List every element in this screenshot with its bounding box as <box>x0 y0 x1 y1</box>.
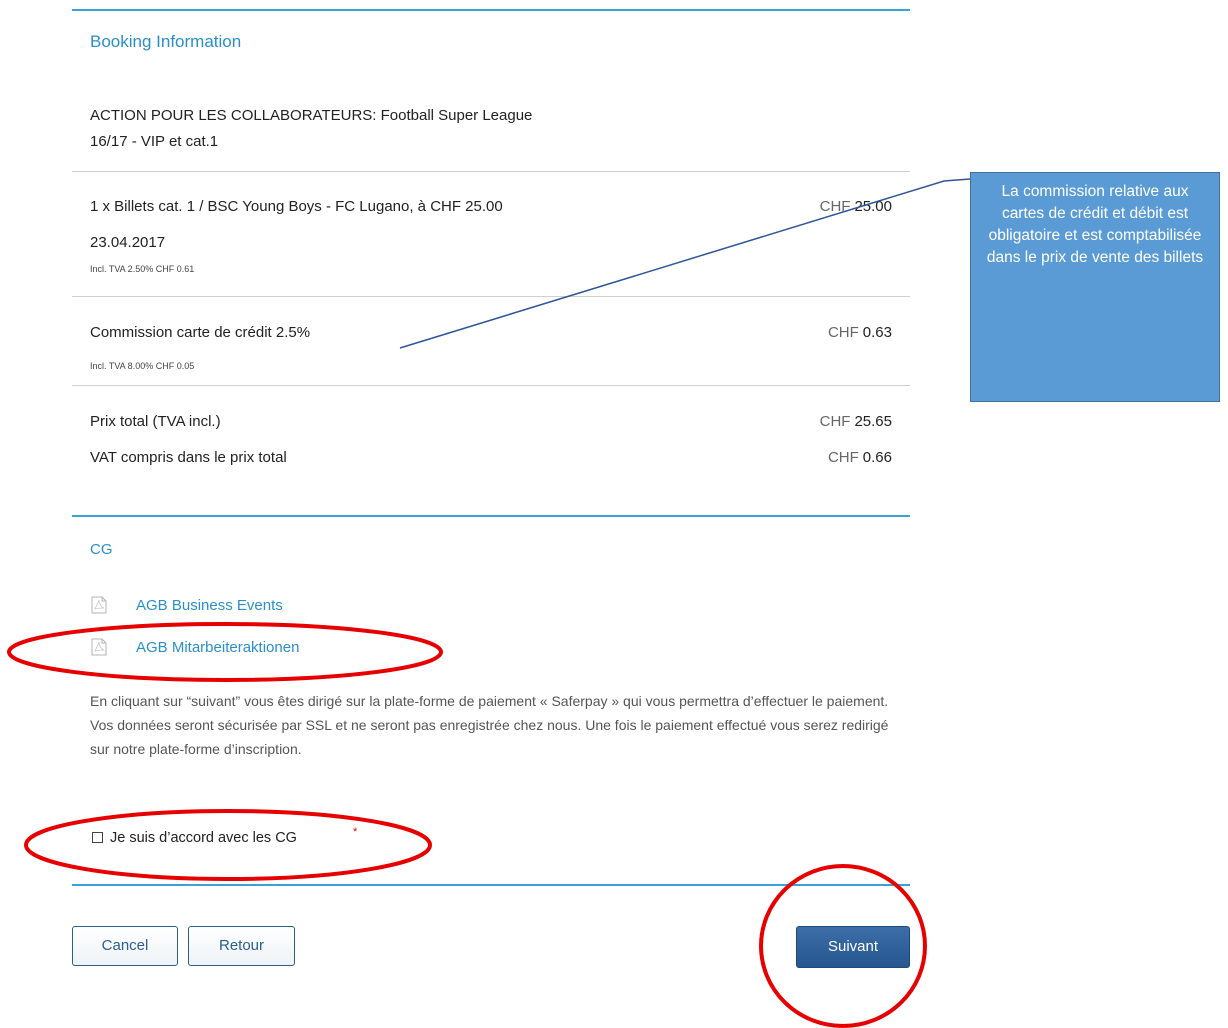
vat-label: VAT compris dans le prix total <box>90 449 287 466</box>
agb-mitarbeiteraktionen-link[interactable]: AGB Mitarbeiteraktionen <box>136 639 299 656</box>
row-divider <box>72 296 910 297</box>
agree-checkbox[interactable] <box>92 832 103 843</box>
pdf-icon <box>91 596 107 614</box>
row-divider <box>72 171 910 172</box>
ticket-item-amount: 25.00 <box>854 198 892 215</box>
ticket-item-date: 23.04.2017 <box>90 234 166 251</box>
back-button[interactable]: Retour <box>188 926 295 966</box>
ticket-item-currency: CHF <box>819 198 851 215</box>
payment-info-text: En cliquant sur “suivant” vous êtes diri… <box>90 693 889 757</box>
required-mark: * <box>353 826 358 838</box>
terms-section-title: CG <box>90 541 113 558</box>
agb-business-events-link[interactable]: AGB Business Events <box>136 597 283 614</box>
top-divider <box>72 9 910 11</box>
total-amount: 25.65 <box>854 413 892 430</box>
annotation-overlay <box>7 178 971 1028</box>
commission-currency: CHF <box>827 324 859 341</box>
commission-price: CHF 0.63 <box>828 324 892 341</box>
agree-label[interactable]: Je suis d’accord avec les CG <box>110 830 297 846</box>
actions-divider <box>72 884 910 886</box>
terms-divider <box>72 515 910 517</box>
cancel-button[interactable]: Cancel <box>72 926 178 966</box>
ticket-item-price: CHF 25.00 <box>820 198 892 215</box>
vat-currency: CHF <box>827 449 859 466</box>
total-price: CHF 25.65 <box>820 413 892 430</box>
ticket-item-description: 1 x Billets cat. 1 / BSC Young Boys - FC… <box>90 198 503 215</box>
booking-section-title: Booking Information <box>90 32 242 51</box>
commission-vat-note: Incl. TVA 8.00% CHF 0.05 <box>90 361 195 371</box>
event-title-line1: ACTION POUR LES COLLABORATEURS: Football… <box>90 107 533 124</box>
pdf-icon <box>91 638 107 656</box>
vat-amount: 0.66 <box>862 449 892 466</box>
commission-amount: 0.63 <box>862 324 892 341</box>
next-button[interactable]: Suivant <box>796 926 910 968</box>
commission-callout: La commission relative aux cartes de cré… <box>970 172 1220 402</box>
ticket-item-vat-note: Incl. TVA 2.50% CHF 0.61 <box>90 264 195 274</box>
vat-price: CHF 0.66 <box>828 449 892 466</box>
row-divider <box>72 385 910 386</box>
commission-description: Commission carte de crédit 2.5% <box>90 324 311 341</box>
event-title-line2: 16/17 - VIP et cat.1 <box>90 133 219 150</box>
total-currency: CHF <box>819 413 851 430</box>
total-label: Prix total (TVA incl.) <box>90 413 221 430</box>
